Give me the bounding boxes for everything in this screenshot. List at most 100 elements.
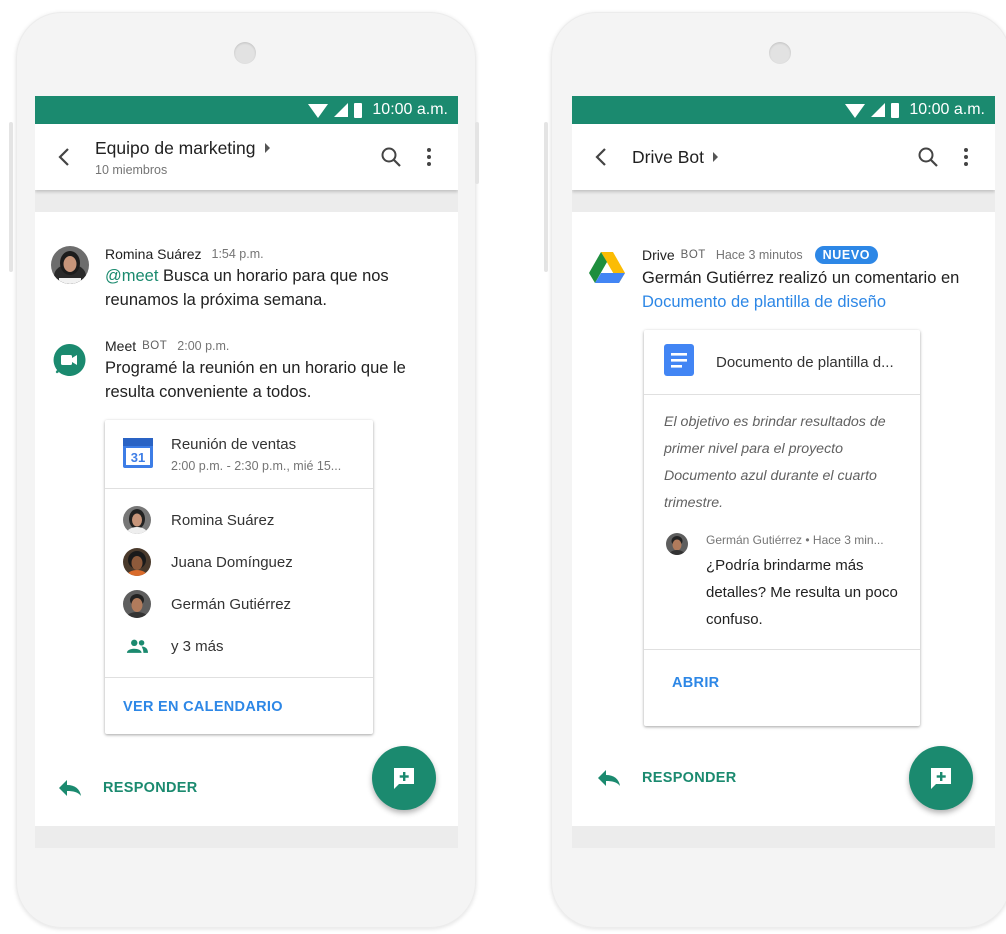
mention-link[interactable]: @meet xyxy=(105,267,158,285)
reply-icon xyxy=(59,780,81,796)
meet-icon xyxy=(51,342,87,378)
back-button[interactable] xyxy=(572,124,632,190)
document-excerpt: El objetivo es brindar resultados de pri… xyxy=(664,414,886,511)
room-title: Drive Bot xyxy=(632,146,704,167)
new-message-icon xyxy=(394,768,414,789)
bot-label: BOT xyxy=(142,340,168,352)
wifi-icon xyxy=(308,104,329,118)
status-time: 10:00 a.m. xyxy=(372,101,448,118)
reply-label: RESPONDER xyxy=(103,780,198,796)
reply-button[interactable]: RESPONDER xyxy=(596,768,737,788)
attendee-row: Germán Gutiérrez xyxy=(105,583,373,625)
event-title: Reunión de ventas xyxy=(171,436,297,453)
back-arrow-icon xyxy=(595,148,606,166)
phone-left: 10:00 a.m. Equipo de marketing 10 miembr… xyxy=(9,12,479,928)
new-message-icon xyxy=(931,768,951,789)
side-button xyxy=(475,122,479,184)
event-time: 2:00 p.m. - 2:30 p.m., mié 15... xyxy=(171,459,342,473)
document-title: Documento de plantilla d... xyxy=(716,353,894,371)
signal-icon xyxy=(334,103,349,117)
author-name: Meet xyxy=(105,338,137,354)
more-vert-icon xyxy=(427,148,431,166)
avatar xyxy=(123,590,151,618)
new-message-button[interactable] xyxy=(372,746,436,810)
open-button[interactable]: ABRIR xyxy=(672,675,719,691)
author-name: Drive xyxy=(642,247,675,263)
calendar-icon: 31 xyxy=(123,436,153,468)
document-link[interactable]: Documento de plantilla de diseño xyxy=(642,293,886,311)
avatar xyxy=(123,506,151,534)
camera xyxy=(769,42,791,64)
back-arrow-icon xyxy=(58,148,69,166)
more-options-button[interactable] xyxy=(410,124,448,190)
screen: 10:00 a.m. Equipo de marketing 10 miembr… xyxy=(35,96,458,848)
attendee-row: Romina Suárez xyxy=(105,499,373,541)
reply-icon xyxy=(598,770,620,786)
event-card[interactable]: 31 Reunión de ventas 2:00 p.m. - 2:30 p.… xyxy=(105,420,373,734)
app-bar: Equipo de marketing 10 miembros xyxy=(35,124,458,190)
camera xyxy=(234,42,256,64)
message-text: Programé la reunión en un horario que le… xyxy=(105,359,406,401)
comment-meta: Germán Gutiérrez • Hace 3 min... xyxy=(706,533,884,547)
new-message-button[interactable] xyxy=(909,746,973,810)
search-icon xyxy=(918,147,938,167)
docs-icon xyxy=(664,343,694,381)
message-time: 1:54 p.m. xyxy=(211,247,264,261)
message: Romina Suárez 1:54 p.m. @meet Busca un ho… xyxy=(51,246,442,312)
room-header[interactable]: Equipo de marketing 10 miembros xyxy=(95,138,372,177)
attendee-name: Romina Suárez xyxy=(171,511,275,529)
signal-icon xyxy=(871,103,886,117)
back-button[interactable] xyxy=(35,124,95,190)
document-card[interactable]: Documento de plantilla d... El objetivo … xyxy=(644,330,920,726)
more-attendees-row[interactable]: y 3 más xyxy=(105,625,373,667)
status-bar: 10:00 a.m. xyxy=(572,96,995,124)
message-list: Romina Suárez 1:54 p.m. @meet Busca un ho… xyxy=(35,212,458,826)
search-icon xyxy=(381,147,401,167)
bot-label: BOT xyxy=(680,249,706,261)
search-button[interactable] xyxy=(372,124,410,190)
more-attendees: y 3 más xyxy=(171,637,224,655)
search-button[interactable] xyxy=(909,124,947,190)
caret-right-icon xyxy=(264,143,270,153)
avatar xyxy=(51,246,89,284)
status-bar: 10:00 a.m. xyxy=(35,96,458,124)
battery-icon xyxy=(354,102,363,118)
reply-button[interactable]: RESPONDER xyxy=(57,778,198,798)
calendar-day: 31 xyxy=(131,450,145,465)
new-badge: NUEVO xyxy=(814,246,879,264)
message-text: Germán Gutiérrez realizó un comentario e… xyxy=(642,269,960,287)
document-header: Documento de plantilla d... xyxy=(644,330,920,394)
screen: 10:00 a.m. Drive Bot Drive BOT Hace 3 mi… xyxy=(572,96,995,848)
side-button xyxy=(544,122,548,272)
room-subtitle: 10 miembros xyxy=(95,162,168,177)
battery-icon xyxy=(891,102,900,118)
view-calendar-button[interactable]: VER EN CALENDARIO xyxy=(123,699,283,715)
comment: Germán Gutiérrez • Hace 3 min... ¿Podría… xyxy=(644,517,920,633)
more-options-button[interactable] xyxy=(947,124,985,190)
phone-right: 10:00 a.m. Drive Bot Drive BOT Hace 3 mi… xyxy=(544,12,1006,928)
reply-label: RESPONDER xyxy=(642,770,737,786)
caret-right-icon xyxy=(712,152,718,162)
message: Drive BOT Hace 3 minutos NUEVO Germán Gutié… xyxy=(588,246,979,314)
avatar xyxy=(123,548,151,576)
drive-icon xyxy=(588,250,626,284)
event-header: 31 Reunión de ventas 2:00 p.m. - 2:30 p.… xyxy=(105,420,373,488)
message-list: Drive BOT Hace 3 minutos NUEVO Germán Gutié… xyxy=(572,212,995,826)
status-time: 10:00 a.m. xyxy=(909,101,985,118)
message-time: 2:00 p.m. xyxy=(177,339,230,353)
message: Meet BOT 2:00 p.m. Programé la reunión en … xyxy=(51,338,442,404)
more-vert-icon xyxy=(964,148,968,166)
room-title: Equipo de marketing xyxy=(95,137,256,158)
comment-text: ¿Podría brindarme más detalles? Me resul… xyxy=(706,557,898,628)
avatar xyxy=(666,533,688,555)
attendee-row: Juana Domínguez xyxy=(105,541,373,583)
app-bar: Drive Bot xyxy=(572,124,995,190)
group-icon xyxy=(123,639,151,654)
side-button xyxy=(9,122,13,272)
attendee-name: Juana Domínguez xyxy=(171,553,293,571)
message-time: Hace 3 minutos xyxy=(715,248,803,262)
room-header[interactable]: Drive Bot xyxy=(632,147,909,168)
attendee-name: Germán Gutiérrez xyxy=(171,595,292,613)
wifi-icon xyxy=(845,104,866,118)
author-name: Romina Suárez xyxy=(105,246,202,262)
